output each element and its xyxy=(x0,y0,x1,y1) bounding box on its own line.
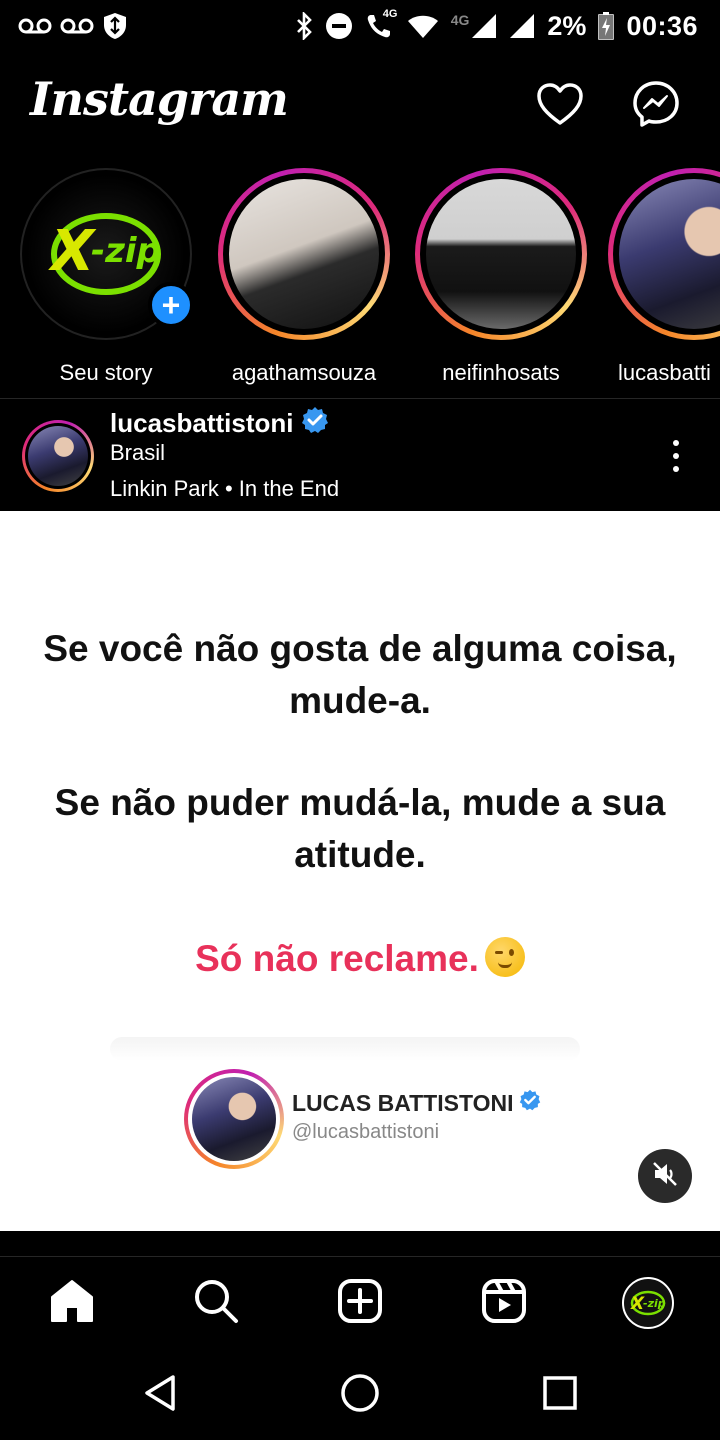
post-music[interactable]: Linkin Park • In the End xyxy=(110,476,339,502)
voicemail-icon xyxy=(60,16,94,36)
post-username-row[interactable]: lucasbattistoni xyxy=(110,406,329,441)
post-location[interactable]: Brasil xyxy=(110,440,165,466)
story-ring xyxy=(415,168,587,340)
add-story-plus-icon[interactable]: + xyxy=(148,282,194,328)
bluetooth-icon xyxy=(295,12,313,40)
nav-search[interactable] xyxy=(188,1275,244,1331)
reels-icon xyxy=(481,1278,527,1329)
status-bar: 4G 4G 2% 00:36 xyxy=(0,0,720,52)
app-header: Instagram xyxy=(0,68,720,144)
recents-icon xyxy=(540,1373,580,1418)
clock: 00:36 xyxy=(626,10,698,41)
post-username: lucasbattistoni xyxy=(110,408,294,438)
xzip-logo-text: -zip xyxy=(91,231,161,271)
more-dot-icon xyxy=(673,440,679,446)
home-button[interactable] xyxy=(333,1368,387,1422)
heart-icon xyxy=(536,82,584,131)
story-ring xyxy=(218,168,390,340)
bottom-navigation: X -zip xyxy=(0,1256,720,1346)
battery-percent: 2% xyxy=(547,10,587,41)
more-options-button[interactable] xyxy=(662,436,690,476)
story-avatar xyxy=(426,179,576,329)
nav-reels[interactable] xyxy=(476,1275,532,1331)
story-username: lucasbatti xyxy=(618,360,711,385)
home-icon xyxy=(49,1279,95,1328)
vpn-shield-icon xyxy=(102,12,128,40)
wifi-call-icon: 4G xyxy=(365,8,397,40)
voicemail-icon xyxy=(18,16,52,36)
story-username: neifinhosats xyxy=(442,360,560,385)
story-username: Seu story xyxy=(59,360,153,385)
mute-button[interactable] xyxy=(638,1149,692,1203)
wifi-icon xyxy=(407,13,439,39)
quote-line-1: Se você não gosta de alguma coisa, mude-… xyxy=(43,628,677,721)
messenger-button[interactable] xyxy=(630,80,682,132)
verified-badge-icon xyxy=(519,1089,541,1117)
story-own[interactable]: X -zip + Seu story xyxy=(16,168,196,386)
system-navigation xyxy=(0,1350,720,1440)
signal-icon xyxy=(509,13,535,39)
story-username: agathamsouza xyxy=(231,360,377,385)
divider xyxy=(0,398,720,399)
status-left xyxy=(18,12,128,40)
story-avatar xyxy=(229,179,379,329)
story-item[interactable]: lucasbatti xyxy=(608,168,720,386)
story-item[interactable]: neifinhosats xyxy=(411,168,591,386)
stories-tray: X -zip + Seu story agathamsouza neifinho… xyxy=(0,168,720,396)
back-icon xyxy=(141,1373,181,1418)
verified-badge-icon xyxy=(301,406,329,441)
profile-avatar: X -zip xyxy=(622,1277,674,1329)
home-circle-icon xyxy=(340,1373,380,1418)
recents-button[interactable] xyxy=(533,1368,587,1422)
avatar xyxy=(192,1077,276,1161)
status-right: 4G 4G 2% 00:36 xyxy=(295,8,698,42)
more-dot-icon xyxy=(673,453,679,459)
quote-line-2: Se não puder mudá-la, mude a sua atitude… xyxy=(54,782,666,875)
xzip-logo-text: -zip xyxy=(643,1297,666,1310)
post-media[interactable]: Se você não gosta de alguma coisa, mude-… xyxy=(0,511,720,1231)
nav-home[interactable] xyxy=(44,1275,100,1331)
quote-line-3: Só não reclame. xyxy=(40,933,680,985)
messenger-icon xyxy=(632,80,680,133)
card-avatar xyxy=(184,1069,284,1169)
post-header: lucasbattistoni Brasil Linkin Park • In … xyxy=(0,400,720,510)
battery-charging-icon xyxy=(598,12,615,40)
xzip-logo-letter: X xyxy=(48,219,97,284)
winking-face-icon xyxy=(484,937,525,977)
nav-profile[interactable]: X -zip xyxy=(620,1275,676,1331)
more-dot-icon xyxy=(673,466,679,472)
add-post-icon xyxy=(337,1278,383,1329)
story-avatar xyxy=(619,179,720,329)
post-author-avatar[interactable] xyxy=(22,420,94,492)
quote-line-3-text: Só não reclame. xyxy=(195,938,479,979)
back-button[interactable] xyxy=(134,1368,188,1422)
card-shadow xyxy=(110,1037,580,1061)
card-name-row: LUCAS BATTISTONI xyxy=(292,1089,541,1117)
nav-add-post[interactable] xyxy=(332,1275,388,1331)
network-type-label: 4G xyxy=(450,12,470,28)
activity-button[interactable] xyxy=(534,80,586,132)
xzip-logo-icon: X -zip xyxy=(48,213,161,295)
speaker-muted-icon xyxy=(651,1160,679,1193)
avatar xyxy=(28,426,88,486)
do-not-disturb-icon xyxy=(325,12,353,40)
card-handle: @lucasbattistoni xyxy=(292,1121,440,1143)
xzip-logo-icon: X -zip xyxy=(630,1290,666,1316)
story-ring xyxy=(608,168,720,340)
signal-icon xyxy=(471,13,497,39)
instagram-logo[interactable]: Instagram xyxy=(30,72,289,126)
card-name: LUCAS BATTISTONI xyxy=(292,1089,514,1116)
search-icon xyxy=(193,1278,239,1329)
story-item[interactable]: agathamsouza xyxy=(214,168,394,386)
